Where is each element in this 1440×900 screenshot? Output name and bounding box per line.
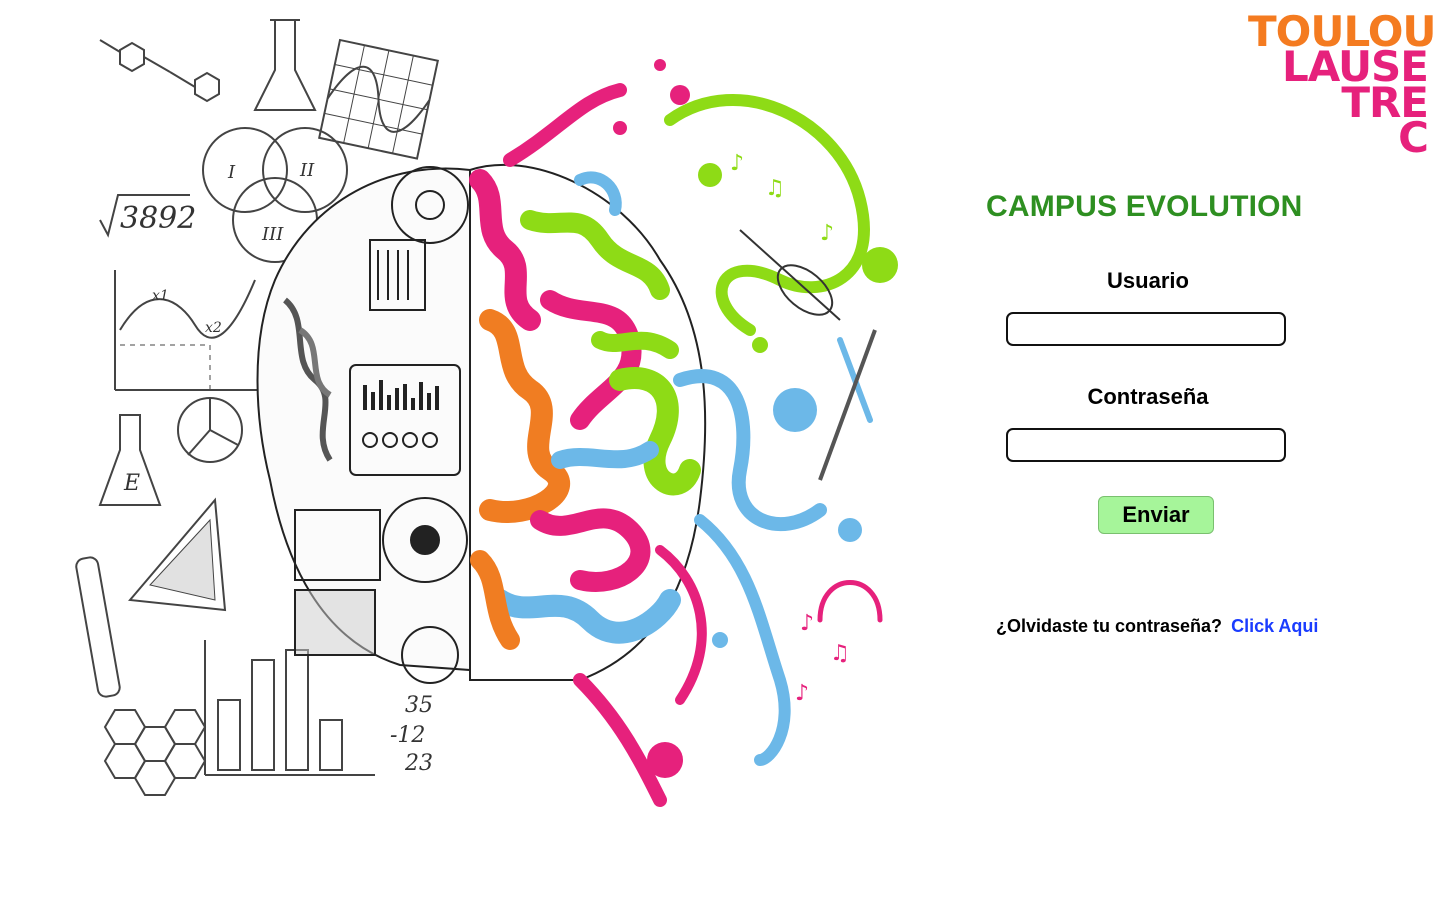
- toulouse-lautrec-logo: TOULOU LAUSE TRE C: [1248, 10, 1437, 162]
- username-input[interactable]: [1006, 312, 1286, 346]
- svg-text:♪: ♪: [730, 151, 744, 176]
- svg-text:♫: ♫: [830, 641, 850, 666]
- music-notes: ♪ ♫ ♪: [795, 611, 850, 706]
- login-form: CAMPUS EVOLUTION Usuario Contraseña Envi…: [980, 190, 1340, 637]
- sqrt-number: 3892: [120, 201, 196, 236]
- flask-letter: E: [123, 471, 140, 496]
- venn-label-2: II: [299, 160, 315, 181]
- forgot-password-row: ¿Olvidaste tu contraseña? Click Aqui: [996, 616, 1340, 637]
- page-title: CAMPUS EVOLUTION: [986, 190, 1303, 223]
- login-page: 3892 I II III x1 x2 E 35 -12 23 ♪ ♫ ♪ ♪ …: [0, 0, 1440, 900]
- venn-label-1: I: [227, 162, 236, 183]
- svg-text:♪: ♪: [795, 681, 809, 706]
- sum-number-3: 23: [404, 751, 433, 776]
- brain-illustration: 3892 I II III x1 x2 E 35 -12 23 ♪ ♫ ♪ ♪ …: [60, 0, 940, 830]
- forgot-password-text: ¿Olvidaste tu contraseña?: [996, 616, 1223, 636]
- sum-number-1: 35: [405, 693, 433, 718]
- mechanical-brain: [256, 166, 471, 684]
- forgot-password-link[interactable]: Click Aqui: [1231, 616, 1318, 636]
- submit-button[interactable]: Enviar: [1098, 496, 1214, 534]
- username-label: Usuario: [1107, 268, 1189, 293]
- graph-label-x2: x2: [205, 320, 222, 336]
- password-input[interactable]: [1006, 428, 1286, 462]
- svg-text:♪: ♪: [800, 611, 814, 636]
- colorful-brain: [469, 163, 707, 681]
- password-label: Contraseña: [1087, 384, 1209, 409]
- music-notes-green: ♪ ♫ ♪: [730, 151, 834, 246]
- svg-text:♫: ♫: [765, 176, 785, 201]
- brain-illustration-svg: 3892 I II III x1 x2 E 35 -12 23 ♪ ♫ ♪ ♪ …: [75, 19, 898, 807]
- graph-label-x1: x1: [152, 288, 169, 304]
- sum-number-2: -12: [390, 723, 425, 748]
- logo-line-4: C: [1398, 112, 1429, 162]
- svg-text:♪: ♪: [820, 221, 834, 246]
- venn-label-3: III: [261, 224, 284, 245]
